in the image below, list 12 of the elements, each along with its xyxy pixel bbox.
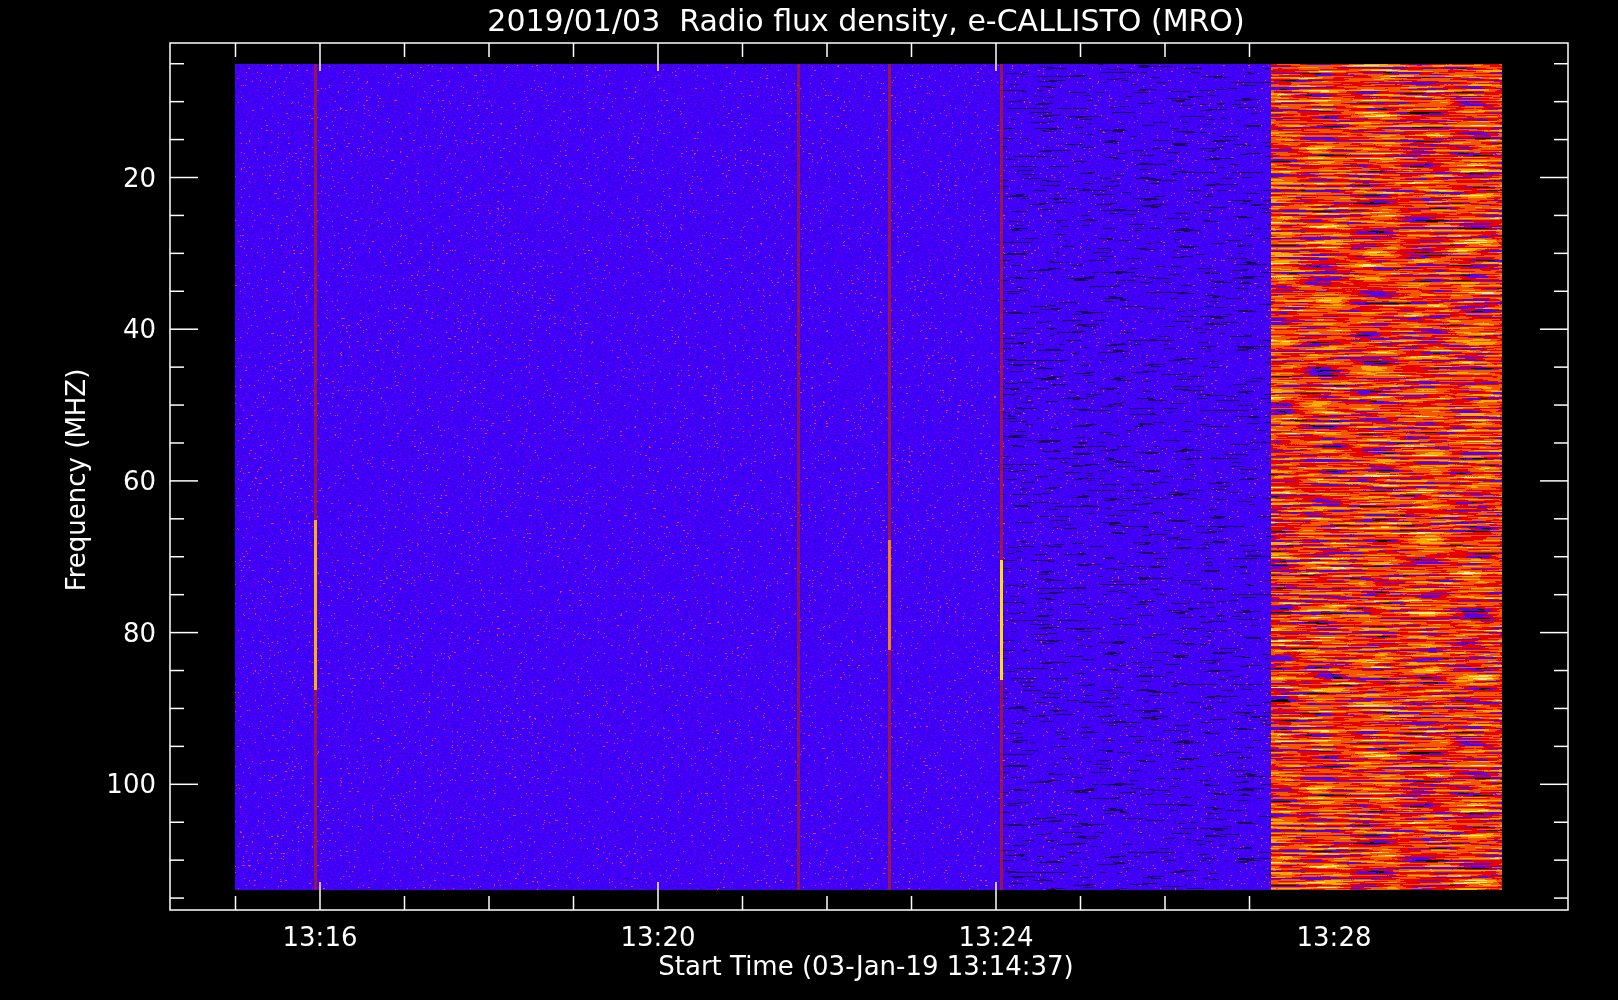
- y-tick-label: 60: [121, 465, 156, 496]
- x-tick-label: 13:24: [958, 922, 1034, 952]
- y-tick-label: 100: [105, 769, 156, 800]
- y-axis-label: Frequency (MHZ): [61, 368, 91, 592]
- chart-title: 2019/01/03 Radio flux density, e-CALLISTO (MRO): [487, 4, 1245, 38]
- y-tick-label: 20: [121, 162, 156, 193]
- x-tick-label: 13:28: [1296, 922, 1372, 952]
- x-tick-label: 13:16: [282, 922, 358, 952]
- x-axis-label: Start Time (03-Jan-19 13:14:37): [658, 951, 1074, 981]
- x-tick-label: 13:20: [620, 922, 696, 952]
- y-tick-label: 40: [121, 314, 156, 345]
- y-tick-label: 80: [121, 617, 156, 648]
